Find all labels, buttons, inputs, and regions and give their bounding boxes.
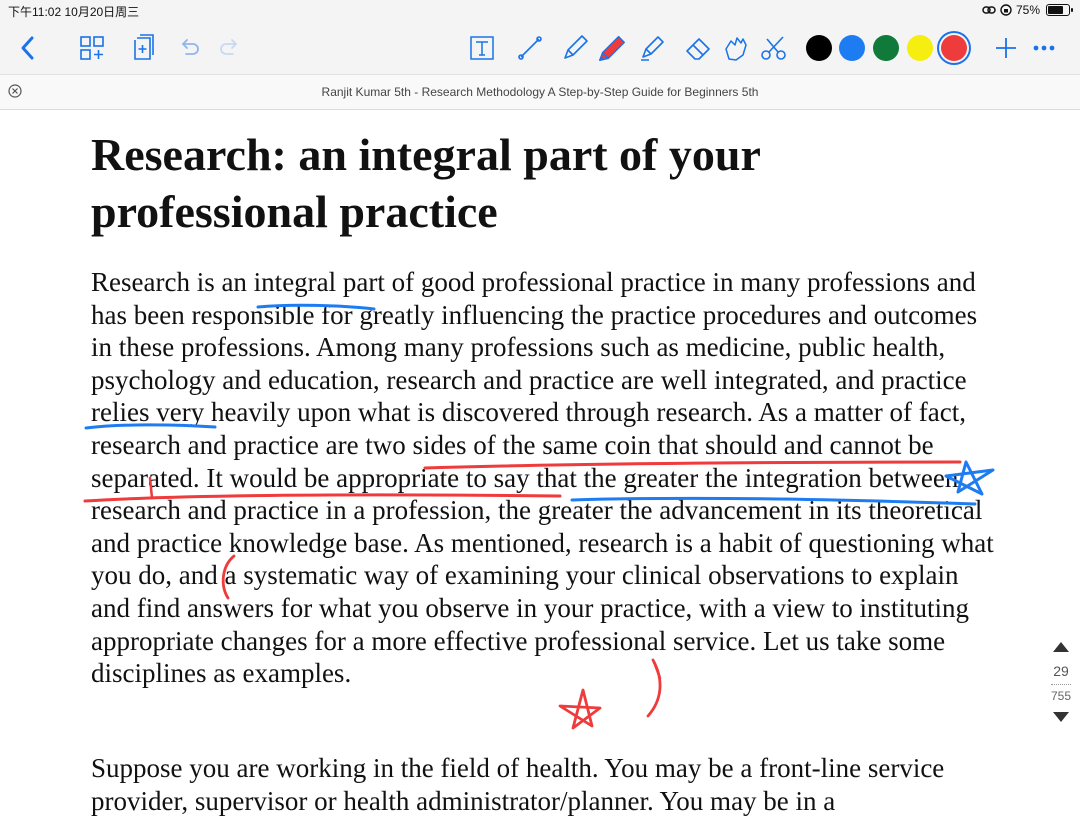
link-icon bbox=[982, 6, 996, 14]
page-divider bbox=[1051, 684, 1071, 685]
highlighter-icon bbox=[641, 36, 664, 61]
redo-icon bbox=[220, 39, 238, 55]
eraser-icon bbox=[686, 38, 710, 60]
battery-percent: 75% bbox=[1015, 3, 1040, 17]
body-paragraph: Research is an integral part of good pro… bbox=[91, 267, 994, 689]
body-paragraph: Suppose you are working in the field of … bbox=[91, 753, 945, 816]
add-page-button[interactable] bbox=[128, 32, 160, 64]
line-tool-button[interactable] bbox=[514, 32, 546, 64]
undo-button[interactable] bbox=[174, 32, 206, 64]
status-right: 75% bbox=[982, 3, 1073, 17]
text-box-icon bbox=[470, 36, 494, 60]
current-page-number: 29 bbox=[1053, 663, 1069, 679]
hand-lasso-icon bbox=[725, 37, 747, 61]
scissors-icon bbox=[761, 36, 786, 60]
color-blue-swatch[interactable] bbox=[839, 35, 865, 61]
pen-icon bbox=[564, 35, 588, 59]
marker-tool-button[interactable] bbox=[636, 32, 668, 64]
document-title: Ranjit Kumar 5th - Research Methodology … bbox=[321, 85, 759, 99]
color-black-swatch[interactable] bbox=[806, 35, 832, 61]
more-icon bbox=[1033, 45, 1055, 51]
highlighter-tool-button[interactable] bbox=[596, 32, 628, 64]
page-navigator: 29 755 bbox=[1042, 636, 1080, 728]
grid-icon bbox=[80, 36, 104, 60]
line-icon bbox=[518, 36, 542, 60]
toolbar bbox=[0, 22, 1080, 74]
plus-icon bbox=[996, 38, 1016, 58]
thumbnails-button[interactable] bbox=[76, 32, 108, 64]
undo-icon bbox=[181, 39, 199, 55]
battery-icon bbox=[1046, 4, 1073, 16]
orientation-lock-icon bbox=[1000, 4, 1012, 16]
pen-tool-button[interactable] bbox=[559, 32, 591, 64]
add-button[interactable] bbox=[990, 32, 1022, 64]
text-tool-button[interactable] bbox=[466, 32, 498, 64]
section-heading: Research: an integral part of your profe… bbox=[91, 129, 761, 237]
redo-button[interactable] bbox=[213, 32, 245, 64]
more-button[interactable] bbox=[1028, 32, 1060, 64]
scissors-tool-button[interactable] bbox=[758, 32, 790, 64]
total-pages: 755 bbox=[1050, 689, 1072, 703]
next-page-button[interactable] bbox=[1053, 712, 1069, 722]
document-tab-bar: Ranjit Kumar 5th - Research Methodology … bbox=[0, 74, 1080, 110]
add-page-icon bbox=[134, 34, 154, 60]
lasso-tool-button[interactable] bbox=[720, 32, 752, 64]
status-time-date: 下午11:02 10月20日周三 bbox=[8, 5, 140, 19]
back-button[interactable] bbox=[12, 32, 44, 64]
document-page[interactable]: Research: an integral part of your profe… bbox=[91, 108, 1001, 816]
previous-page-button[interactable] bbox=[1053, 642, 1069, 652]
eraser-tool-button[interactable] bbox=[682, 32, 714, 64]
chevron-left-icon bbox=[21, 36, 34, 60]
marker-icon bbox=[599, 35, 625, 61]
color-red-swatch[interactable] bbox=[941, 35, 967, 61]
color-yellow-swatch[interactable] bbox=[907, 35, 933, 61]
color-green-swatch[interactable] bbox=[873, 35, 899, 61]
status-bar: 下午11:02 10月20日周三 75% bbox=[0, 0, 1080, 22]
